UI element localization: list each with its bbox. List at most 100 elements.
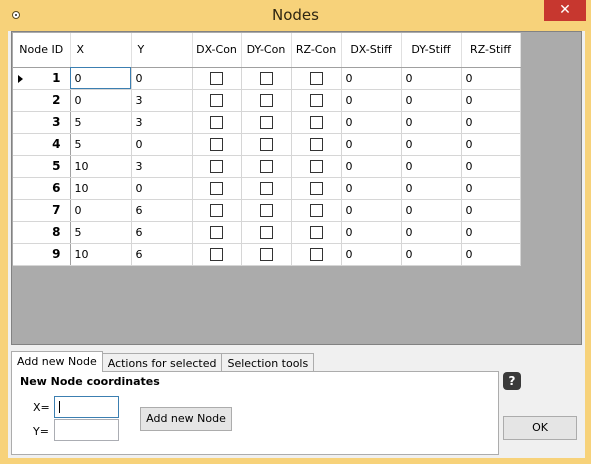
row-header-node-id[interactable]: 3 xyxy=(13,111,71,134)
dy-stiff-cell[interactable]: 0 xyxy=(401,89,462,112)
table-row[interactable]: 706000 xyxy=(13,199,521,222)
dx-con-checkbox[interactable] xyxy=(210,225,223,239)
rz-con-checkbox[interactable] xyxy=(309,181,323,195)
table-row[interactable]: 100000 xyxy=(13,67,521,90)
help-icon[interactable]: ? xyxy=(503,372,521,390)
tab-actions-for-selected[interactable]: Actions for selected xyxy=(101,353,223,373)
dx-stiff-cell[interactable]: 0 xyxy=(341,199,402,222)
y-input[interactable] xyxy=(54,419,119,441)
dy-stiff-cell[interactable]: 0 xyxy=(401,111,462,134)
column-header-node-id[interactable]: Node ID xyxy=(13,33,71,68)
dx-stiff-cell[interactable]: 0 xyxy=(341,177,402,200)
x-cell[interactable]: 5 xyxy=(70,111,132,134)
dy-stiff-cell[interactable]: 0 xyxy=(401,199,462,222)
table-row[interactable]: 450000 xyxy=(13,133,521,156)
rz-stiff-cell[interactable]: 0 xyxy=(461,243,521,266)
dy-stiff-cell[interactable]: 0 xyxy=(401,177,462,200)
dy-con-checkbox[interactable] xyxy=(259,181,273,195)
x-cell[interactable]: 0 xyxy=(70,199,132,222)
tab-selection-tools[interactable]: Selection tools xyxy=(221,353,315,373)
y-cell[interactable]: 6 xyxy=(131,221,193,244)
rz-stiff-cell[interactable]: 0 xyxy=(461,155,521,178)
row-header-node-id[interactable]: 1 xyxy=(13,67,71,90)
row-header-node-id[interactable]: 2 xyxy=(13,89,71,112)
table-row[interactable]: 9 10 6 0 0 0 xyxy=(13,243,521,266)
x-cell[interactable]: 10 xyxy=(70,243,132,266)
dy-con-checkbox[interactable] xyxy=(259,71,273,85)
rz-stiff-cell[interactable]: 0 xyxy=(461,133,521,156)
dx-con-checkbox[interactable] xyxy=(210,203,223,217)
x-cell[interactable]: 10 xyxy=(70,177,132,200)
y-cell[interactable]: 0 xyxy=(131,67,193,90)
rz-stiff-cell[interactable]: 0 xyxy=(461,89,521,112)
dy-stiff-cell[interactable]: 0 xyxy=(401,155,462,178)
x-cell[interactable]: 10 xyxy=(70,155,132,178)
dy-con-checkbox[interactable] xyxy=(259,137,273,151)
y-cell[interactable]: 3 xyxy=(131,111,193,134)
dx-stiff-cell[interactable]: 0 xyxy=(341,221,402,244)
rz-con-checkbox[interactable] xyxy=(309,203,323,217)
x-cell[interactable]: 5 xyxy=(70,221,132,244)
row-header-node-id[interactable]: 4 xyxy=(13,133,71,156)
rz-con-checkbox[interactable] xyxy=(309,71,323,85)
y-cell[interactable]: 0 xyxy=(131,133,193,156)
dy-con-checkbox[interactable] xyxy=(259,115,273,129)
x-cell[interactable]: 0 xyxy=(70,67,132,90)
table-row[interactable]: 6 10 0 0 0 0 xyxy=(13,177,521,200)
table-row[interactable]: 353000 xyxy=(13,111,521,134)
x-cell[interactable]: 5 xyxy=(70,133,132,156)
rz-stiff-cell[interactable]: 0 xyxy=(461,67,521,90)
dx-stiff-cell[interactable]: 0 xyxy=(341,67,402,90)
column-header-dx-con[interactable]: DX-Con xyxy=(192,33,242,68)
dy-con-checkbox[interactable] xyxy=(259,203,273,217)
column-header-dy-stiff[interactable]: DY-Stiff xyxy=(401,33,462,68)
title-bar[interactable]: Nodes ✕ xyxy=(0,0,591,31)
dx-stiff-cell[interactable]: 0 xyxy=(341,243,402,266)
column-header-y[interactable]: Y xyxy=(131,33,193,68)
y-cell[interactable]: 3 xyxy=(131,155,193,178)
rz-stiff-cell[interactable]: 0 xyxy=(461,111,521,134)
x-cell[interactable]: 0 xyxy=(70,89,132,112)
row-header-node-id[interactable]: 8 xyxy=(13,221,71,244)
tab-add-new-node[interactable]: Add new Node xyxy=(11,351,103,372)
y-cell[interactable]: 0 xyxy=(131,177,193,200)
dx-stiff-cell[interactable]: 0 xyxy=(341,133,402,156)
dx-con-checkbox[interactable] xyxy=(210,71,223,85)
dx-stiff-cell[interactable]: 0 xyxy=(341,89,402,112)
dy-con-checkbox[interactable] xyxy=(259,159,273,173)
rz-stiff-cell[interactable]: 0 xyxy=(461,177,521,200)
rz-stiff-cell[interactable]: 0 xyxy=(461,199,521,222)
row-header-node-id[interactable]: 9 xyxy=(13,243,71,266)
dx-con-checkbox[interactable] xyxy=(210,93,223,107)
column-header-dx-stiff[interactable]: DX-Stiff xyxy=(341,33,402,68)
y-cell[interactable]: 6 xyxy=(131,199,193,222)
row-header-node-id[interactable]: 5 xyxy=(13,155,71,178)
dx-stiff-cell[interactable]: 0 xyxy=(341,155,402,178)
y-cell[interactable]: 3 xyxy=(131,89,193,112)
rz-stiff-cell[interactable]: 0 xyxy=(461,221,521,244)
dy-stiff-cell[interactable]: 0 xyxy=(401,133,462,156)
dx-con-checkbox[interactable] xyxy=(210,181,223,195)
dy-con-checkbox[interactable] xyxy=(259,93,273,107)
dx-stiff-cell[interactable]: 0 xyxy=(341,111,402,134)
dy-stiff-cell[interactable]: 0 xyxy=(401,243,462,266)
rz-con-checkbox[interactable] xyxy=(309,159,323,173)
dy-stiff-cell[interactable]: 0 xyxy=(401,221,462,244)
rz-con-checkbox[interactable] xyxy=(309,247,323,261)
column-header-rz-stiff[interactable]: RZ-Stiff xyxy=(461,33,521,68)
rz-con-checkbox[interactable] xyxy=(309,137,323,151)
add-new-node-button[interactable]: Add new Node xyxy=(140,407,232,431)
table-row[interactable]: 5 10 3 0 0 0 xyxy=(13,155,521,178)
dx-con-checkbox[interactable] xyxy=(210,137,223,151)
row-header-node-id[interactable]: 6 xyxy=(13,177,71,200)
column-header-dy-con[interactable]: DY-Con xyxy=(241,33,292,68)
dx-con-checkbox[interactable] xyxy=(210,247,223,261)
rz-con-checkbox[interactable] xyxy=(309,93,323,107)
rz-con-checkbox[interactable] xyxy=(309,225,323,239)
y-cell[interactable]: 6 xyxy=(131,243,193,266)
dy-con-checkbox[interactable] xyxy=(259,247,273,261)
dy-stiff-cell[interactable]: 0 xyxy=(401,67,462,90)
dx-con-checkbox[interactable] xyxy=(210,115,223,129)
ok-button[interactable]: OK xyxy=(503,416,577,440)
table-row[interactable]: 856000 xyxy=(13,221,521,244)
